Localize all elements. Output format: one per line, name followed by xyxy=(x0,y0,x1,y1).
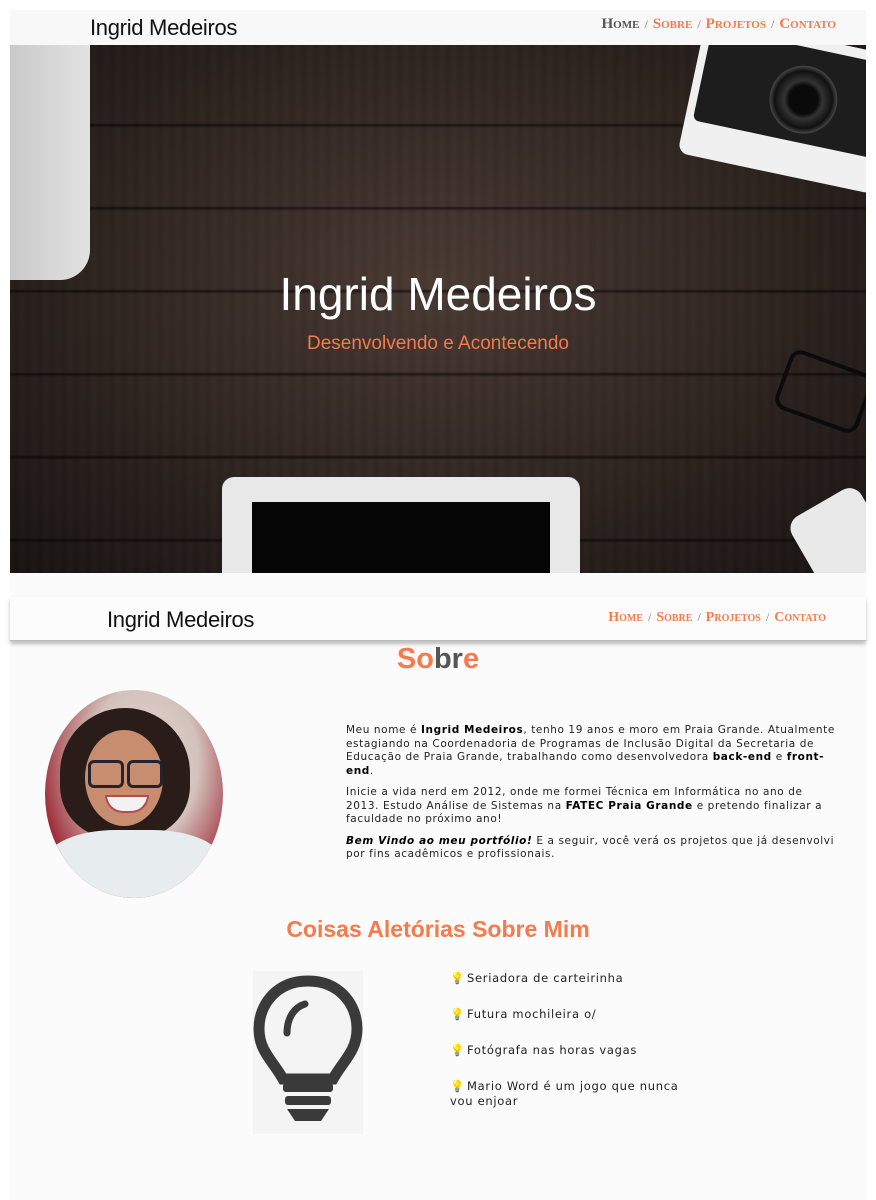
list-item: 💡 Fotógrafa nas horas vagas xyxy=(450,1043,638,1057)
nav-sobre[interactable]: Sobre xyxy=(653,16,693,32)
hero-banner: Ingrid Medeiros Desenvolvendo e Acontece… xyxy=(10,45,866,573)
lightbulb-icon: 💡 xyxy=(450,971,466,985)
profile-photo xyxy=(45,690,223,898)
nav-sobre[interactable]: Sobre xyxy=(656,610,692,625)
lightbulb-icon: 💡 xyxy=(450,1007,466,1021)
list-item: 💡 Mario Word é um jogo que nunca vou enjo… xyxy=(450,1079,679,1108)
hero-title: Ingrid Medeiros xyxy=(279,268,597,320)
about-paragraph: Inicie a vida nerd em 2012, onde me form… xyxy=(346,786,823,825)
nav-separator: / xyxy=(644,17,648,31)
nav-separator: / xyxy=(647,610,652,624)
nav-projetos[interactable]: Projetos xyxy=(706,610,761,625)
about-paragraph: Bem Vindo ao meu portfólio! E a seguir, … xyxy=(346,834,835,861)
nav-contato[interactable]: Contato xyxy=(779,16,836,32)
title-part: br xyxy=(433,643,463,675)
nav-separator: / xyxy=(765,610,770,624)
nav-separator: / xyxy=(770,17,775,31)
about-paragraph: Meu nome é Ingrid Medeiros, tenho 19 ano… xyxy=(346,724,835,777)
laptop-image xyxy=(10,45,90,280)
section-title-sobre: Sobre xyxy=(10,643,866,676)
list-item: 💡 Seriadora de carteirinha xyxy=(450,971,624,985)
about-text: Meu nome é Ingrid Medeiros, tenho 19 ano… xyxy=(346,724,836,870)
hero-subtitle: Desenvolvendo e Acontecendo xyxy=(307,333,569,354)
glasses-image xyxy=(771,346,866,437)
list-item: 💡 Futura mochileira o/ xyxy=(450,1007,597,1021)
random-facts-list: 💡 Seriadora de carteirinha 💡 Futura mochil… xyxy=(450,971,690,1130)
sticky-navbar: Ingrid Medeiros Home / Sobre / Projetos / Cont… xyxy=(10,597,866,641)
title-part: So xyxy=(396,643,434,675)
brand-logo[interactable]: Ingrid Medeiros xyxy=(107,607,254,633)
nav-contato[interactable]: Contato xyxy=(774,610,826,625)
title-part: e xyxy=(462,643,480,675)
lightbulb-icon: 💡 xyxy=(450,1079,466,1093)
main-nav: Home / Sobre / Projetos / Contato xyxy=(608,610,826,626)
nav-separator: / xyxy=(697,17,701,31)
nav-home[interactable]: Home xyxy=(608,610,643,625)
phone-image xyxy=(785,483,866,573)
nav-separator: / xyxy=(697,610,701,624)
nav-projetos[interactable]: Projetos xyxy=(706,16,766,32)
camera-image xyxy=(677,45,866,195)
lightbulb-icon: 💡 xyxy=(450,1043,466,1057)
brand-logo[interactable]: Ingrid Medeiros xyxy=(90,15,237,41)
tablet-image xyxy=(222,477,580,573)
section-title-coisas: Coisas Aletórias Sobre Mim xyxy=(286,916,590,942)
main-nav: Home / Sobre / Projetos / Contato xyxy=(601,16,836,33)
nav-home[interactable]: Home xyxy=(601,16,639,32)
page: Ingrid Medeiros Home / Sobre / Projetos / Cont… xyxy=(10,10,866,1200)
top-navbar: Ingrid Medeiros Home / Sobre / Projetos / Cont… xyxy=(10,10,866,45)
lightbulb-icon xyxy=(253,971,363,1134)
